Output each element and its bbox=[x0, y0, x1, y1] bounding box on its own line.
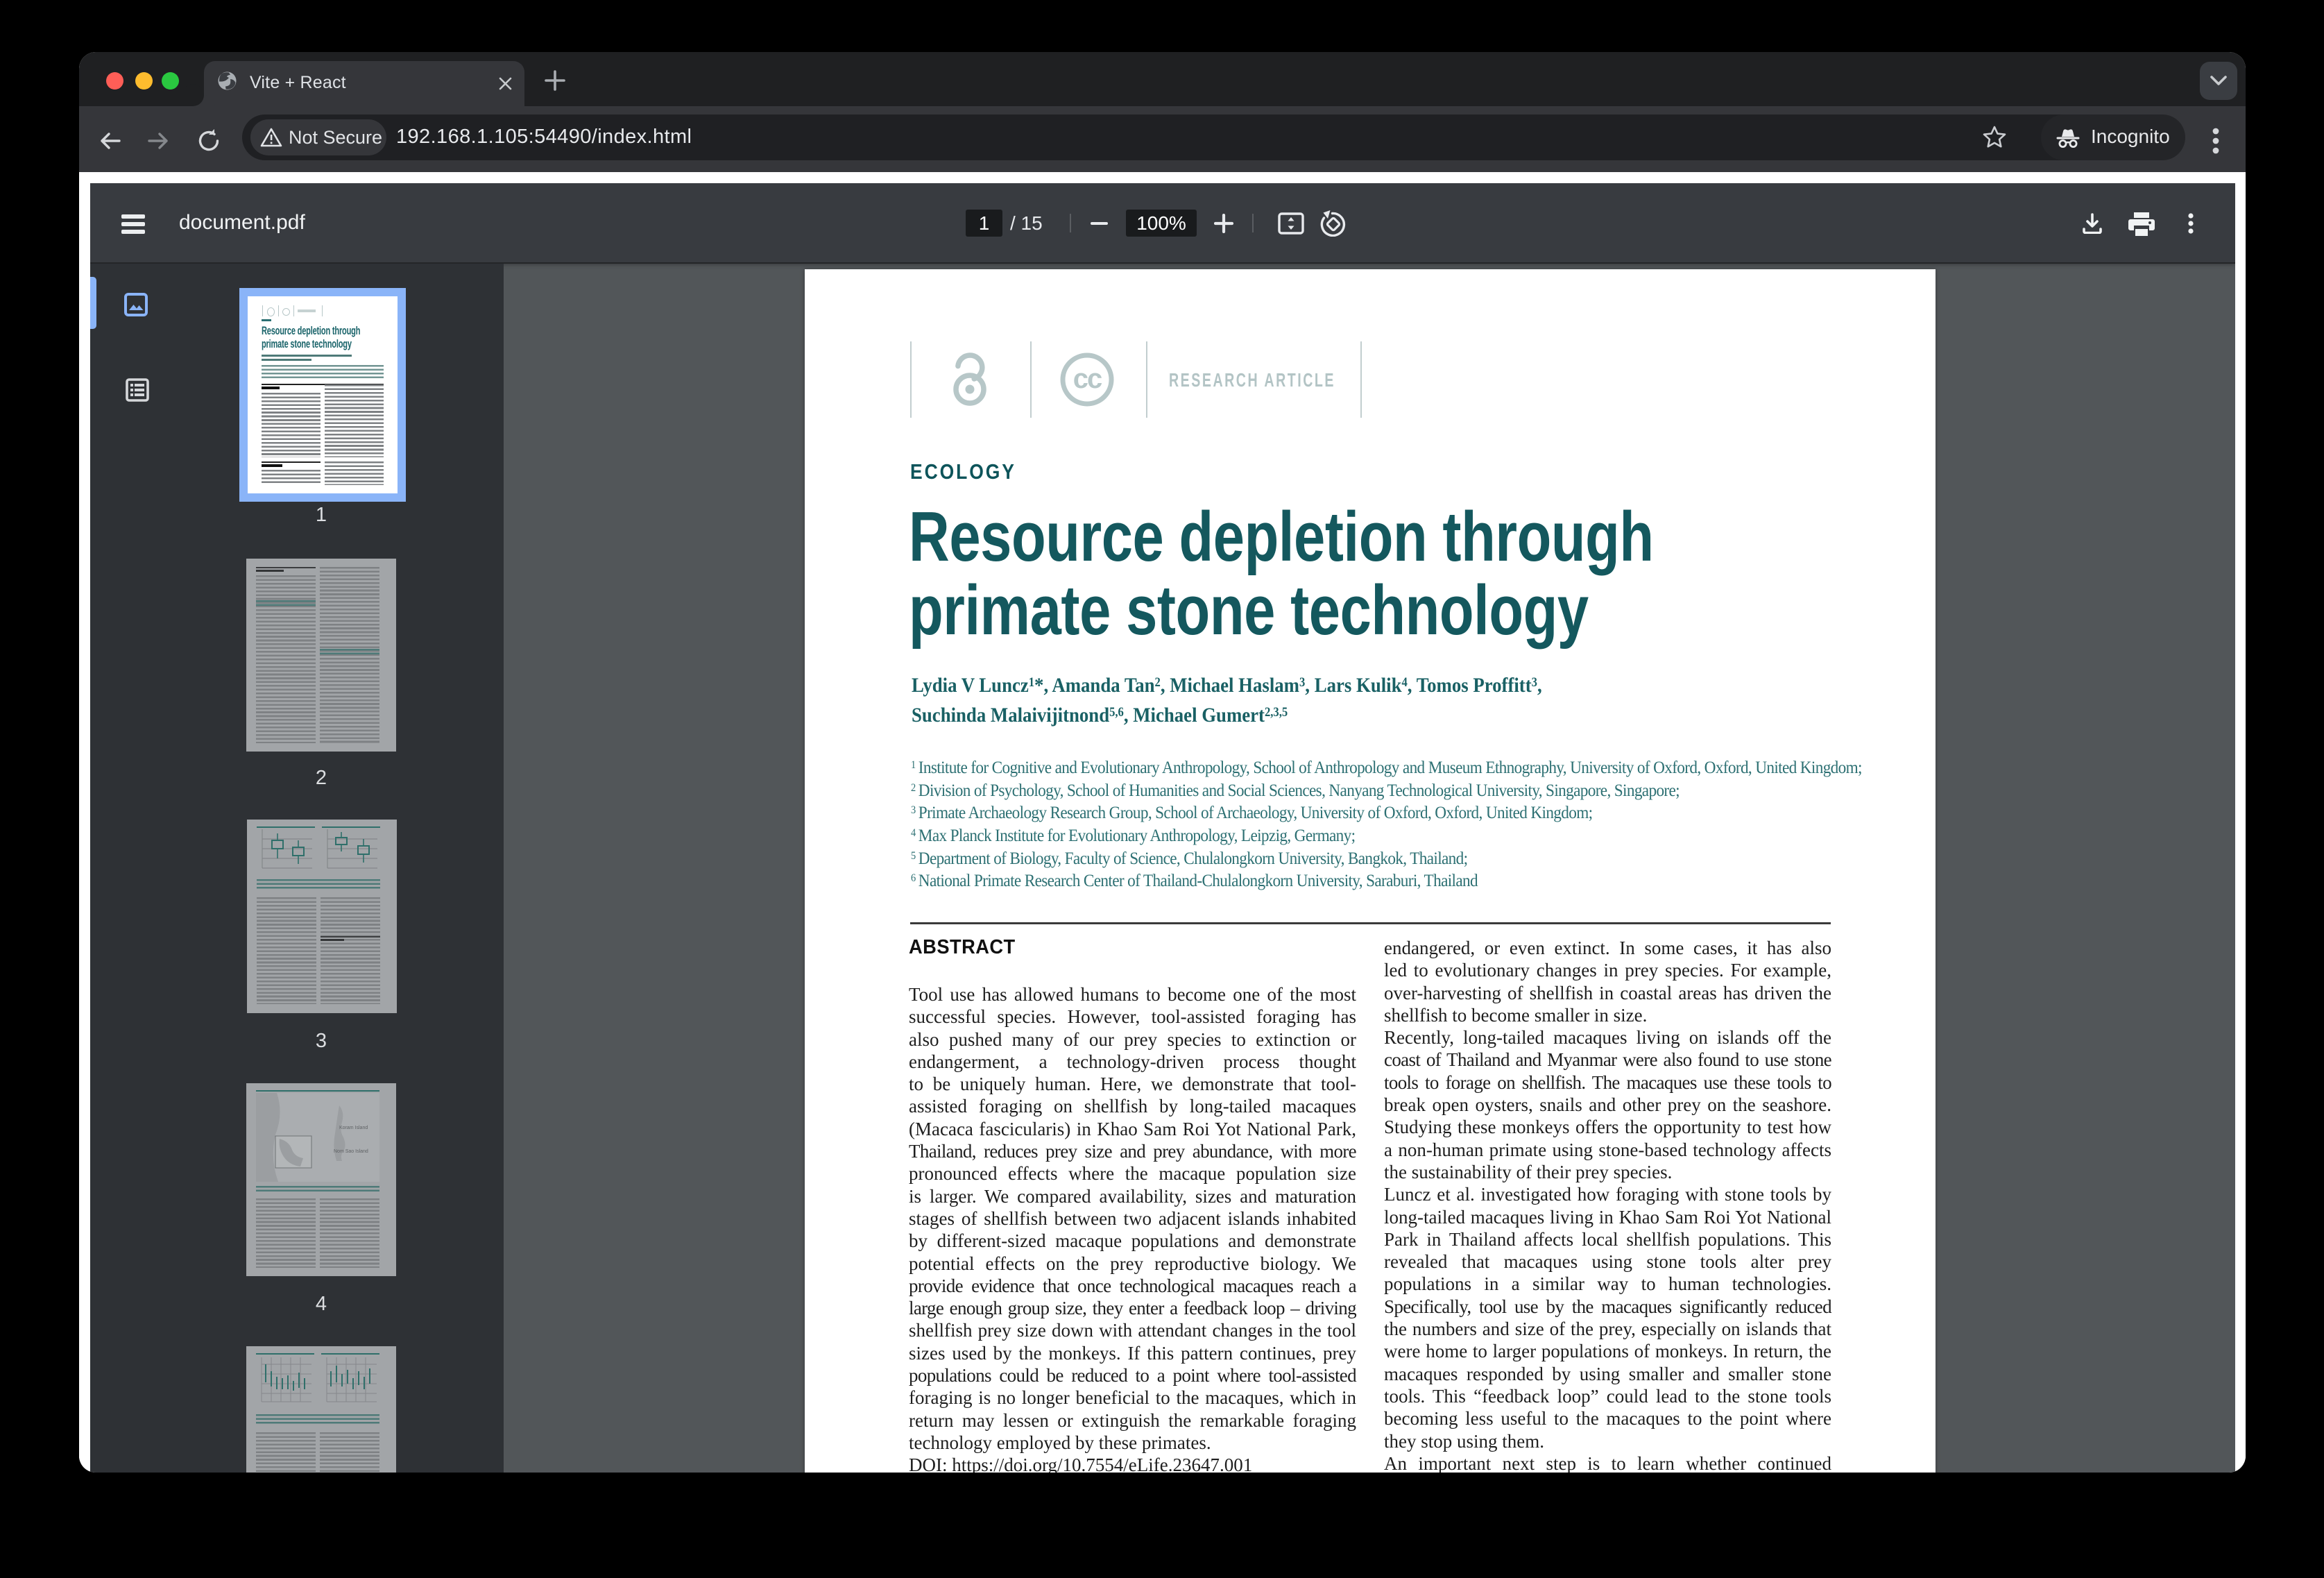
svg-text:Nom Sao Island: Nom Sao Island bbox=[334, 1149, 368, 1154]
svg-text:Koram Island: Koram Island bbox=[339, 1126, 368, 1130]
svg-text:cc: cc bbox=[1073, 364, 1102, 394]
